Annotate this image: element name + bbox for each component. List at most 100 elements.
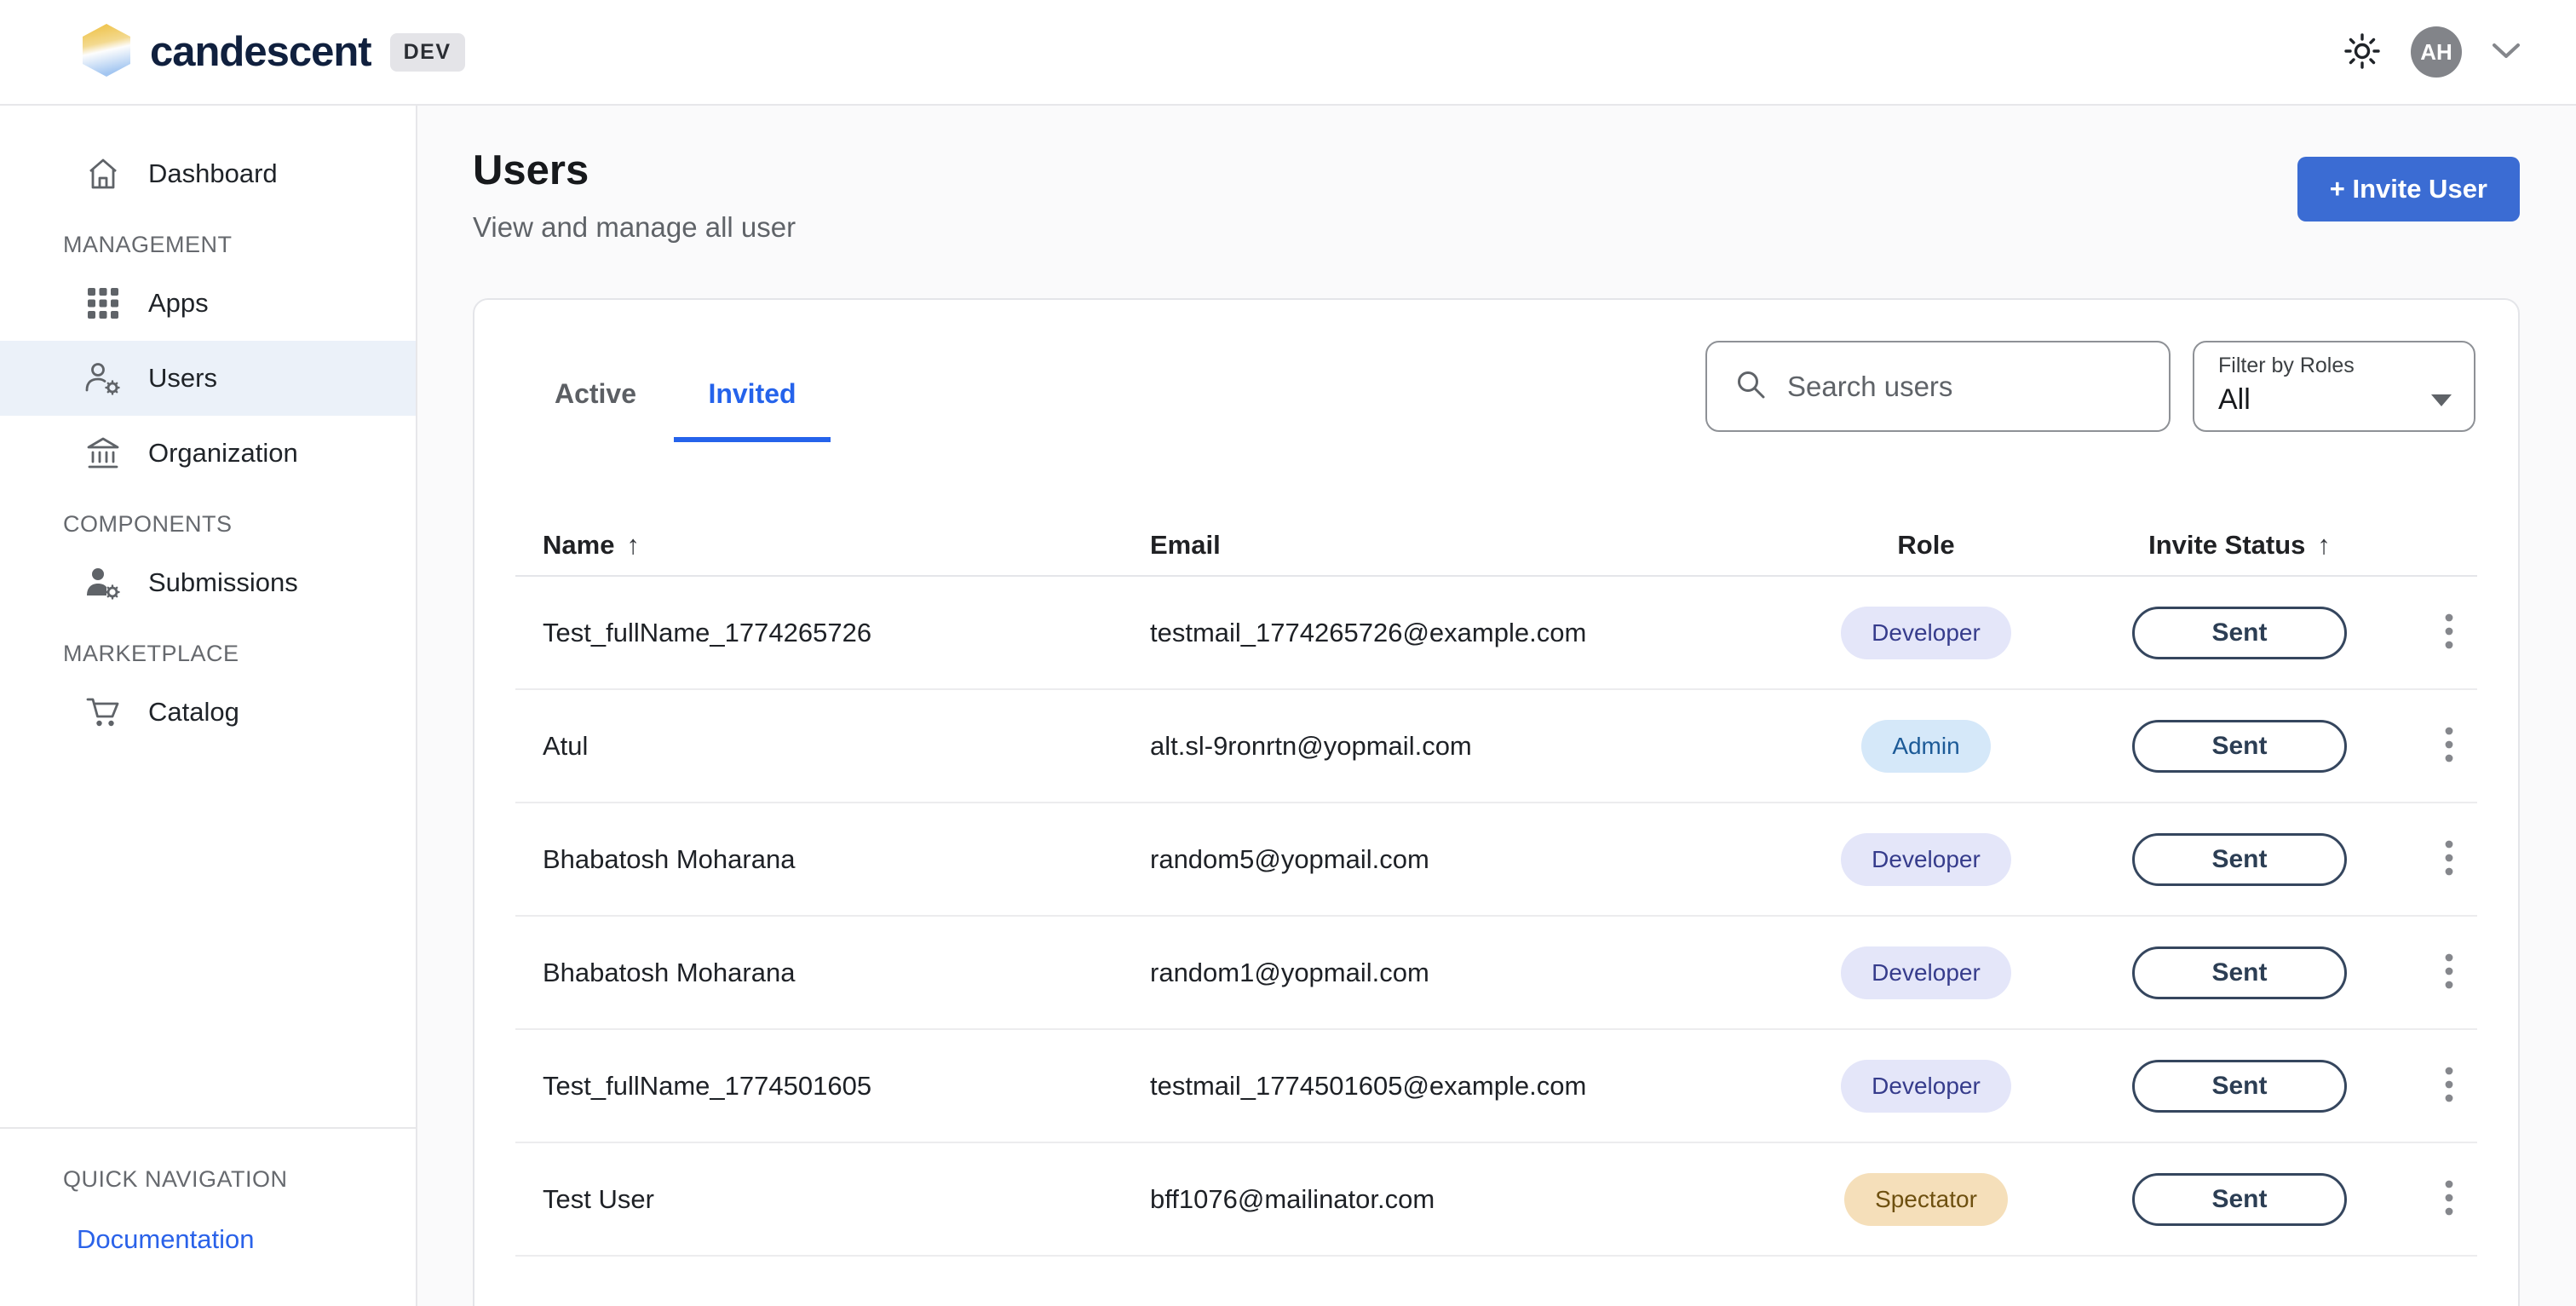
tab-invited[interactable]: Invited — [674, 378, 831, 442]
column-header-role[interactable]: Role — [1794, 530, 2058, 561]
row-actions-button[interactable] — [2444, 1178, 2454, 1220]
roles-filter-row: All — [2218, 383, 2452, 417]
role-badge: Developer — [1841, 1060, 2011, 1113]
bank-icon — [83, 434, 123, 472]
user-name-cell: Test User — [515, 1184, 1150, 1215]
sun-icon — [2343, 32, 2382, 73]
table-row: Test_fullName_1774501605 testmail_177450… — [515, 1030, 2477, 1143]
sidebar-item-organization[interactable]: Organization — [0, 416, 416, 491]
person-gear-icon — [83, 564, 123, 601]
invite-status-cell: Sent — [2058, 1060, 2421, 1113]
user-role-cell: Developer — [1794, 607, 2058, 659]
sidebar-item-label: Apps — [148, 288, 209, 319]
brand-name: candescent — [150, 28, 371, 76]
env-badge: DEV — [390, 33, 465, 72]
account-menu-button[interactable] — [2491, 42, 2521, 63]
caret-down-icon — [2431, 394, 2452, 406]
row-actions-button[interactable] — [2444, 1065, 2454, 1107]
table-row: Test User bff1076@mailinator.com Spectat… — [515, 1143, 2477, 1257]
invite-status-cell: Sent — [2058, 833, 2421, 886]
row-actions-button[interactable] — [2444, 725, 2454, 767]
kebab-icon — [2444, 725, 2454, 767]
user-name: Test_fullName_1774501605 — [543, 1071, 871, 1102]
tab-active[interactable]: Active — [517, 378, 674, 442]
sidebar-item-users[interactable]: Users — [0, 341, 416, 416]
user-email: random5@yopmail.com — [1150, 844, 1429, 874]
search-box[interactable] — [1705, 341, 2171, 432]
page-head: Users View and manage all user + Invite … — [473, 147, 2520, 244]
row-menu-cell — [2421, 1065, 2477, 1107]
invite-status-pill[interactable]: Sent — [2132, 607, 2347, 659]
user-role-cell: Developer — [1794, 1060, 2058, 1113]
user-name-cell: Test_fullName_1774265726 — [515, 618, 1150, 648]
column-label: Invite Status — [2148, 530, 2305, 561]
sidebar-item-label: Organization — [148, 438, 298, 469]
row-actions-button[interactable] — [2444, 612, 2454, 653]
invite-status-pill[interactable]: Sent — [2132, 1173, 2347, 1226]
user-email-cell: testmail_1774265726@example.com — [1150, 618, 1794, 648]
page-title: Users — [473, 147, 796, 194]
role-badge: Spectator — [1844, 1173, 2008, 1226]
sort-asc-icon: ↑ — [2317, 530, 2331, 561]
invite-status-cell: Sent — [2058, 720, 2421, 773]
row-actions-button[interactable] — [2444, 838, 2454, 880]
column-header-name[interactable]: Name ↑ — [515, 530, 1150, 561]
column-header-invite-status[interactable]: Invite Status ↑ — [2058, 530, 2421, 561]
avatar[interactable]: AH — [2411, 26, 2462, 78]
kebab-icon — [2444, 952, 2454, 993]
users-card: Active Invited Filter by Roles — [473, 298, 2520, 1306]
roles-filter-select[interactable]: Filter by Roles All — [2193, 341, 2475, 432]
kebab-icon — [2444, 1178, 2454, 1220]
documentation-link[interactable]: Documentation — [77, 1224, 255, 1255]
role-badge: Developer — [1841, 833, 2011, 886]
search-input[interactable] — [1787, 371, 2143, 403]
sidebar-section-marketplace: MARKETPLACE — [0, 632, 416, 675]
user-name: Test_fullName_1774265726 — [543, 618, 871, 648]
chevron-down-icon — [2491, 42, 2521, 63]
home-icon — [83, 155, 123, 193]
row-menu-cell — [2421, 612, 2477, 653]
sidebar: Dashboard MANAGEMENT Apps — [0, 106, 417, 1306]
invite-status-pill[interactable]: Sent — [2132, 1060, 2347, 1113]
kebab-icon — [2444, 838, 2454, 880]
user-name-cell: Bhabatosh Moharana — [515, 958, 1150, 988]
sidebar-item-submissions[interactable]: Submissions — [0, 545, 416, 620]
table-row: Atul alt.sl-9ronrtn@yopmail.com Admin Se… — [515, 690, 2477, 803]
column-label: Email — [1150, 530, 1221, 560]
role-badge: Admin — [1861, 720, 1990, 773]
sidebar-item-catalog[interactable]: Catalog — [0, 675, 416, 750]
row-actions-button[interactable] — [2444, 952, 2454, 993]
row-menu-cell — [2421, 838, 2477, 880]
user-name: Atul — [543, 731, 588, 762]
role-badge: Developer — [1841, 607, 2011, 659]
user-email-cell: random5@yopmail.com — [1150, 844, 1794, 875]
sidebar-item-apps[interactable]: Apps — [0, 266, 416, 341]
kebab-icon — [2444, 612, 2454, 653]
row-menu-cell — [2421, 725, 2477, 767]
sidebar-item-label: Catalog — [148, 697, 239, 728]
sidebar-item-dashboard[interactable]: Dashboard — [0, 136, 416, 211]
role-badge: Developer — [1841, 946, 2011, 999]
theme-toggle-button[interactable] — [2343, 32, 2382, 73]
column-header-email[interactable]: Email — [1150, 530, 1794, 561]
invite-status-pill[interactable]: Sent — [2132, 833, 2347, 886]
invite-status-pill[interactable]: Sent — [2132, 946, 2347, 999]
user-email: bff1076@mailinator.com — [1150, 1184, 1435, 1214]
sidebar-section-management: MANAGEMENT — [0, 223, 416, 266]
invite-status-pill[interactable]: Sent — [2132, 720, 2347, 773]
card-top: Active Invited Filter by Roles — [474, 300, 2518, 442]
column-label: Name — [543, 530, 614, 561]
user-email: testmail_1774265726@example.com — [1150, 618, 1586, 647]
page-head-text: Users View and manage all user — [473, 147, 796, 244]
header-right: AH — [2343, 26, 2521, 78]
roles-filter-label: Filter by Roles — [2218, 354, 2452, 378]
user-email: random1@yopmail.com — [1150, 958, 1429, 987]
brand-logo-icon — [82, 23, 131, 82]
users-table: Name ↑ Email Role Invite Status ↑ — [474, 515, 2518, 1257]
table-row: Bhabatosh Moharana random1@yopmail.com D… — [515, 917, 2477, 1030]
table-header-row: Name ↑ Email Role Invite Status ↑ — [515, 515, 2477, 577]
sidebar-item-label: Dashboard — [148, 158, 278, 189]
invite-user-button[interactable]: + Invite User — [2297, 157, 2520, 222]
app-header: candescent DEV AH — [0, 0, 2576, 106]
roles-filter-value: All — [2218, 383, 2251, 417]
